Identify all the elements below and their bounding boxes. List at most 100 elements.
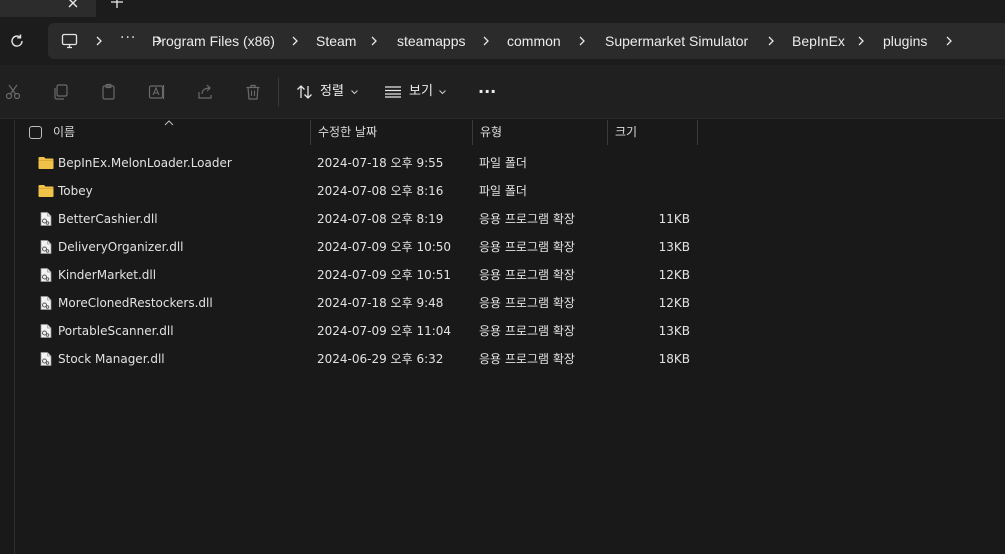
breadcrumb-overflow[interactable]: ··· [120,23,136,53]
dll-file-icon [40,296,52,310]
navigation-pane-border [14,120,15,554]
view-list-icon [385,86,401,98]
file-date: 2024-07-08 오후 8:19 [317,212,444,226]
column-date-modified[interactable]: 수정한 날짜 [318,120,470,145]
file-type: 응용 프로그램 확장 [479,324,575,338]
breadcrumb-steamapps[interactable]: steamapps [397,23,465,59]
file-size: 18KB [658,352,690,366]
column-divider[interactable] [607,120,608,145]
chevron-right-icon[interactable] [370,36,378,46]
rename-icon[interactable] [148,83,166,101]
active-tab[interactable] [0,0,96,17]
column-size[interactable]: 크기 [615,120,695,145]
chevron-right-icon[interactable] [578,36,586,46]
breadcrumb-supermarket-simulator[interactable]: Supermarket Simulator [605,23,748,59]
new-tab-icon[interactable] [110,0,124,9]
dll-file-icon [40,268,52,282]
column-divider[interactable] [472,120,473,145]
chevron-right-icon[interactable] [291,36,299,46]
dll-file-icon [40,212,52,226]
file-size: 13KB [658,324,690,338]
command-bar: 정렬 보기 ··· [0,65,1005,119]
share-icon[interactable] [196,83,214,101]
tab-strip [0,0,1005,17]
file-date: 2024-07-09 오후 10:50 [317,240,452,254]
file-name: BetterCashier.dll [58,212,158,226]
file-date: 2024-07-08 오후 8:16 [317,184,444,198]
file-name: MoreClonedRestockers.dll [58,296,213,310]
delete-icon[interactable] [244,83,262,101]
close-tab-icon[interactable] [66,0,80,10]
file-row[interactable]: BetterCashier.dll 2024-07-08 오후 8:19 응용 … [30,205,700,233]
sort-icon [297,85,312,99]
file-type: 파일 폴더 [479,184,527,198]
refresh-icon[interactable] [9,33,25,49]
file-row[interactable]: PortableScanner.dll 2024-07-09 오후 11:04 … [30,317,700,345]
file-type: 응용 프로그램 확장 [479,352,575,366]
this-pc-icon[interactable] [61,33,78,49]
file-type: 응용 프로그램 확장 [479,296,575,310]
cut-icon[interactable] [4,83,22,101]
file-row[interactable]: KinderMarket.dll 2024-07-09 오후 10:51 응용 … [30,261,700,289]
sort-label: 정렬 [320,84,344,99]
file-date: 2024-07-09 오후 10:51 [317,268,452,282]
file-date: 2024-07-18 오후 9:55 [317,156,444,170]
breadcrumb-program-files[interactable]: Program Files (x86) [152,23,275,59]
chevron-right-icon[interactable] [482,36,490,46]
column-header: 이름 수정한 날짜 유형 크기 [0,120,700,145]
column-name[interactable]: 이름 [53,120,309,145]
file-size: 12KB [658,268,690,282]
file-row[interactable]: Stock Manager.dll 2024-06-29 오후 6:32 응용 … [30,345,700,373]
chevron-right-icon[interactable] [945,36,953,46]
file-type: 파일 폴더 [479,156,527,170]
file-date: 2024-06-29 오후 6:32 [317,352,444,366]
file-row[interactable]: BepInEx.MelonLoader.Loader 2024-07-18 오후… [30,149,700,177]
see-more-button[interactable]: ··· [478,79,498,105]
file-date: 2024-07-09 오후 11:04 [317,324,452,338]
file-name: KinderMarket.dll [58,268,157,282]
column-divider[interactable] [310,120,311,145]
file-name: DeliveryOrganizer.dll [58,240,184,254]
file-size: 13KB [658,240,690,254]
address-row: ··· Program Files (x86) Steam steamapps … [0,17,1005,65]
breadcrumb-steam[interactable]: Steam [316,23,356,59]
breadcrumb-bepinex[interactable]: BepInEx [792,23,845,59]
chevron-down-icon [351,90,358,95]
chevron-right-icon[interactable] [857,36,865,46]
toolbar-divider [278,78,279,106]
dll-file-icon [40,324,52,338]
chevron-right-icon[interactable] [95,36,103,46]
breadcrumb-common[interactable]: common [507,23,561,59]
dll-file-icon [40,240,52,254]
file-date: 2024-07-18 오후 9:48 [317,296,444,310]
file-name: BepInEx.MelonLoader.Loader [58,156,232,170]
address-bar[interactable]: ··· Program Files (x86) Steam steamapps … [48,23,1005,59]
file-list: 이름 수정한 날짜 유형 크기 BepInEx.MelonLoader.Load… [0,120,1005,554]
file-type: 응용 프로그램 확장 [479,240,575,254]
view-label: 보기 [409,84,433,99]
folder-icon [38,185,54,197]
sort-button[interactable]: 정렬 [296,79,362,105]
file-size: 12KB [658,296,690,310]
column-type[interactable]: 유형 [480,120,605,145]
file-size [630,177,690,205]
copy-icon[interactable] [52,83,70,101]
file-type: 응용 프로그램 확장 [479,268,575,282]
file-name: PortableScanner.dll [58,324,174,338]
file-type: 응용 프로그램 확장 [479,212,575,226]
file-size [630,149,690,177]
file-row[interactable]: Tobey 2024-07-08 오후 8:16 파일 폴더 [30,177,700,205]
file-name: Tobey [58,184,93,198]
file-row[interactable]: DeliveryOrganizer.dll 2024-07-09 오후 10:5… [30,233,700,261]
breadcrumb-plugins[interactable]: plugins [883,23,927,59]
dll-file-icon [40,352,52,366]
view-button[interactable]: 보기 [384,79,450,105]
file-row[interactable]: MoreClonedRestockers.dll 2024-07-18 오후 9… [30,289,700,317]
file-size: 11KB [658,212,690,226]
select-all-checkbox[interactable] [29,126,42,139]
column-divider[interactable] [697,120,698,145]
chevron-down-icon [439,90,446,95]
folder-icon [38,157,54,169]
paste-icon[interactable] [100,83,118,101]
chevron-right-icon[interactable] [767,36,775,46]
